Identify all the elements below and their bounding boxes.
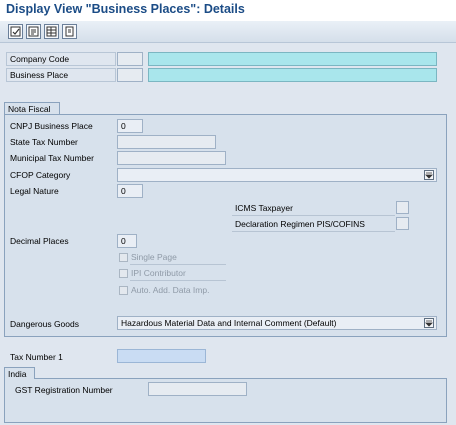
cfop-dropdown[interactable]	[117, 168, 437, 182]
divider	[130, 264, 226, 265]
business-place-input[interactable]	[117, 68, 143, 82]
declaration-regimen-label: Declaration Regimen PIS/COFINS	[235, 219, 365, 229]
gst-registration-input[interactable]	[148, 382, 247, 396]
tax-number-1-input[interactable]	[117, 349, 206, 363]
decimal-places-label: Decimal Places	[10, 236, 69, 246]
decimal-places-input[interactable]: 0	[117, 234, 137, 248]
tax-number-1-label: Tax Number 1	[10, 352, 63, 362]
single-page-checkbox[interactable]	[119, 253, 128, 262]
other-entry-icon[interactable]	[26, 24, 41, 39]
ipi-contributor-checkbox[interactable]	[119, 269, 128, 278]
nota-fiscal-group-title: Nota Fiscal	[4, 102, 60, 114]
display-change-icon[interactable]	[8, 24, 23, 39]
company-code-label: Company Code	[6, 52, 116, 66]
chevron-down-icon[interactable]	[424, 318, 434, 328]
state-tax-label: State Tax Number	[10, 137, 78, 147]
ipi-contributor-label: IPI Contributor	[131, 268, 186, 278]
gst-registration-label: GST Registration Number	[15, 385, 113, 395]
auto-add-data-checkbox[interactable]	[119, 286, 128, 295]
divider	[232, 231, 395, 232]
dangerous-goods-dropdown[interactable]: Hazardous Material Data and Internal Com…	[117, 316, 437, 330]
table-view-icon[interactable]	[44, 24, 59, 39]
icms-taxpayer-checkbox[interactable]	[396, 201, 409, 214]
business-place-description	[148, 68, 437, 82]
auto-add-data-label: Auto. Add. Data Imp.	[131, 285, 210, 295]
print-icon[interactable]	[62, 24, 77, 39]
dangerous-goods-label: Dangerous Goods	[10, 319, 79, 329]
company-code-description	[148, 52, 437, 66]
india-group-title: India	[4, 367, 36, 379]
chevron-down-icon[interactable]	[424, 170, 434, 180]
application-toolbar	[0, 21, 456, 43]
municipal-tax-input[interactable]	[117, 151, 226, 165]
icms-taxpayer-label: ICMS Taxpayer	[235, 203, 293, 213]
page-title: Display View "Business Places": Details	[6, 2, 245, 16]
cnpj-input[interactable]: 0	[117, 119, 143, 133]
legal-nature-label: Legal Nature	[10, 186, 59, 196]
cfop-label: CFOP Category	[10, 170, 71, 180]
company-code-input[interactable]	[117, 52, 143, 66]
declaration-regimen-checkbox[interactable]	[396, 217, 409, 230]
cnpj-label: CNPJ Business Place	[10, 121, 93, 131]
state-tax-input[interactable]	[117, 135, 216, 149]
divider	[232, 215, 395, 216]
divider	[130, 280, 226, 281]
business-place-label: Business Place	[6, 68, 116, 82]
single-page-label: Single Page	[131, 252, 177, 262]
municipal-tax-label: Municipal Tax Number	[10, 153, 94, 163]
legal-nature-input[interactable]: 0	[117, 184, 143, 198]
